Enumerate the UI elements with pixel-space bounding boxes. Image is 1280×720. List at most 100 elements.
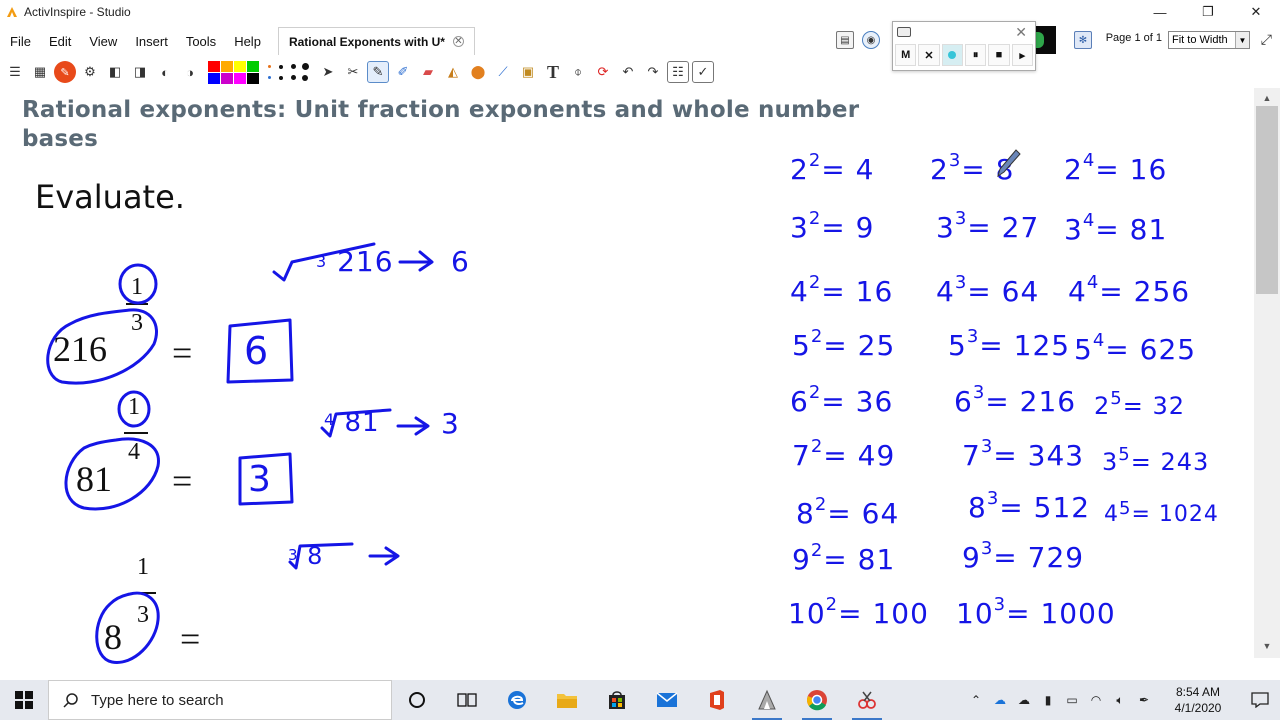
text-icon[interactable]: T: [542, 61, 564, 83]
power-row: 92= 81: [792, 540, 896, 576]
expand-arrows-icon[interactable]: ⤢: [1261, 31, 1272, 48]
flipchart-page[interactable]: Rational exponents: Unit fraction expone…: [0, 88, 1254, 678]
close-recorder-icon[interactable]: ✕: [1015, 24, 1027, 41]
color-swatch-orange[interactable]: [221, 60, 233, 72]
menu-insert[interactable]: Insert: [126, 34, 177, 49]
scrollbar-thumb[interactable]: [1256, 106, 1278, 294]
next-page-icon[interactable]: ◨: [129, 61, 151, 83]
pen-width-6[interactable]: [279, 75, 283, 80]
power-row: 34= 81: [1064, 210, 1168, 246]
undo-icon[interactable]: ↶: [617, 61, 639, 83]
menu-edit[interactable]: Edit: [40, 34, 80, 49]
menu-tools[interactable]: Tools: [177, 34, 225, 49]
color-swatch-purple[interactable]: [221, 72, 233, 84]
pen-width-4[interactable]: [301, 63, 309, 70]
eraser-icon[interactable]: ▰: [417, 61, 439, 83]
close-button[interactable]: ✕: [1232, 0, 1280, 24]
snip-tool-icon[interactable]: [842, 680, 892, 720]
problem-1-work-result: 6: [451, 245, 470, 278]
taskbar-search-box[interactable]: Type here to search: [48, 680, 392, 720]
power-row: 93= 729: [962, 538, 1085, 574]
close-tab-icon[interactable]: ✕: [452, 36, 464, 47]
pen-workspace-icon[interactable]: ✒: [1132, 680, 1156, 720]
task-view-icon[interactable]: [442, 680, 492, 720]
pen-width-1[interactable]: [267, 65, 271, 68]
menu-view[interactable]: View: [80, 34, 126, 49]
fill-icon[interactable]: ◭: [442, 61, 464, 83]
color-swatch-green[interactable]: [247, 60, 259, 72]
store-icon[interactable]: [592, 680, 642, 720]
battery-icon[interactable]: ▭: [1060, 680, 1084, 720]
color-swatch-magenta[interactable]: [234, 72, 246, 84]
page-browser-icon[interactable]: ▤: [836, 31, 854, 49]
previous-page-icon[interactable]: ◧: [104, 61, 126, 83]
menu-help[interactable]: Help: [225, 34, 270, 49]
pen-width-5[interactable]: [267, 76, 271, 79]
menu-file[interactable]: File: [0, 34, 40, 49]
notes-icon[interactable]: ☷: [667, 61, 689, 83]
notifications-icon[interactable]: [1240, 680, 1280, 720]
vertical-scrollbar[interactable]: ▲ ▼: [1254, 88, 1280, 658]
restore-button[interactable]: ❐: [1184, 0, 1232, 24]
chrome-icon[interactable]: [792, 680, 842, 720]
activinspire-logo-icon[interactable]: ◉: [862, 31, 880, 49]
power-row: 83= 512: [968, 488, 1091, 524]
usb-icon[interactable]: ▮: [1036, 680, 1060, 720]
power-row: 54= 625: [1074, 330, 1197, 366]
power-row: 53= 125: [948, 326, 1071, 362]
color-swatch-yellow[interactable]: [234, 60, 246, 72]
green-status-icon: [1034, 26, 1056, 54]
start-button[interactable]: [0, 680, 48, 720]
redo-icon[interactable]: ↷: [642, 61, 664, 83]
reset-page-icon[interactable]: ⟳: [592, 61, 614, 83]
wifi-icon[interactable]: ◠: [1084, 680, 1108, 720]
chevron-up-icon[interactable]: ⌃: [964, 680, 988, 720]
color-swatch-red[interactable]: [208, 60, 220, 72]
edge-browser-icon[interactable]: [492, 680, 542, 720]
power-row: 24= 16: [1064, 150, 1168, 186]
power-row: 102= 100: [788, 594, 929, 630]
file-explorer-icon[interactable]: [542, 680, 592, 720]
color-palette: [208, 60, 259, 84]
power-row: 62= 36: [790, 382, 894, 418]
power-row: 22= 4: [790, 150, 875, 186]
resource-icon[interactable]: ▣: [517, 61, 539, 83]
pen-icon[interactable]: ✎: [367, 61, 389, 83]
office-icon[interactable]: [692, 680, 742, 720]
activinspire-taskbar-icon[interactable]: [742, 680, 792, 720]
snowflake-icon[interactable]: ✻: [1074, 31, 1092, 49]
pen-width-2[interactable]: [279, 64, 283, 69]
color-swatch-black[interactable]: [247, 72, 259, 84]
main-menu-icon[interactable]: ☰: [4, 61, 26, 83]
profile-icon[interactable]: ⚙: [79, 61, 101, 83]
highlighter-icon[interactable]: ✐: [392, 61, 414, 83]
onedrive-personal-icon[interactable]: ☁: [1012, 680, 1036, 720]
cortana-icon[interactable]: [392, 680, 442, 720]
revealer-icon[interactable]: ⌽: [567, 61, 589, 83]
browser-icon[interactable]: ▦: [29, 61, 51, 83]
color-swatch-blue[interactable]: [208, 72, 220, 84]
volume-icon[interactable]: 🔈︎: [1108, 680, 1132, 720]
flipchart-icon[interactable]: ◐: [154, 61, 176, 83]
connector-icon[interactable]: ⟋: [492, 61, 514, 83]
checklist-icon[interactable]: ✓: [692, 61, 714, 83]
shape-icon[interactable]: ⬤: [467, 61, 489, 83]
minimize-button[interactable]: —: [1136, 0, 1184, 24]
tools-icon[interactable]: ✂: [342, 61, 364, 83]
pen-width-7[interactable]: [290, 75, 296, 80]
windows-logo-icon: [15, 691, 33, 709]
document-tab[interactable]: Rational Exponents with U* ✕: [277, 27, 475, 55]
power-row: 25= 32: [1094, 388, 1186, 420]
chevron-down-icon[interactable]: ▼: [1235, 32, 1249, 48]
pen-reset-icon[interactable]: ✎: [54, 61, 76, 83]
pen-width-3[interactable]: [290, 64, 296, 69]
scroll-down-icon[interactable]: ▼: [1254, 638, 1280, 654]
mail-icon[interactable]: [642, 680, 692, 720]
zoom-select[interactable]: Fit to Width ▼: [1168, 31, 1250, 49]
onedrive-icon[interactable]: ☁: [988, 680, 1012, 720]
scroll-up-icon[interactable]: ▲: [1254, 90, 1280, 106]
select-icon[interactable]: ➤: [317, 61, 339, 83]
taskbar-clock[interactable]: 8:54 AM 4/1/2020: [1156, 684, 1240, 716]
desktop-annotate-icon[interactable]: ◑: [179, 61, 201, 83]
pen-width-8[interactable]: [302, 74, 308, 81]
